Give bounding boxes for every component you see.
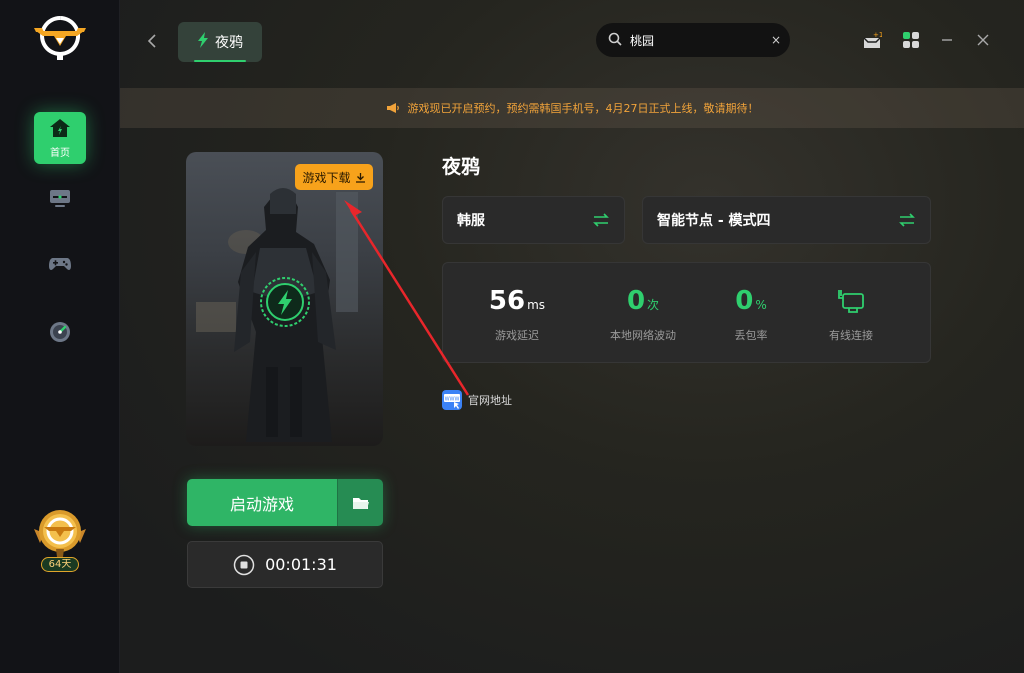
gamepad-icon — [48, 254, 72, 278]
tab-current-game[interactable]: 夜鸦 — [178, 22, 262, 62]
switch-arrows-icon[interactable] — [592, 213, 610, 227]
banner-text: 游戏现已开启预约，预约需韩国手机号，4月27日正式上线，敬请期待！ — [407, 102, 759, 115]
packet-loss-value: 0 — [735, 286, 754, 316]
main-content: 夜鸦 桃园 × +1 游戏现已开启预约，预约需韩国手机号，4月27日正式上线，敬… — [120, 0, 1024, 673]
node-label: 智能节点 - 模式四 — [657, 213, 771, 229]
node-selector[interactable]: 智能节点 - 模式四 — [642, 196, 931, 244]
game-cover-image: 游戏下载 — [186, 152, 383, 446]
latency-unit: ms — [527, 298, 546, 312]
network-stats-panel: 56 ms 游戏延迟 0次 本地网络波动 0% 丢包率 有线连接 — [442, 262, 931, 363]
fluctuation-label: 本地网络波动 — [610, 329, 676, 342]
monitor-icon — [48, 187, 72, 213]
chevron-left-icon — [147, 34, 156, 48]
svg-text:WWW: WWW — [445, 397, 460, 403]
launch-group: 启动游戏 — [187, 479, 383, 526]
packet-loss-label: 丢包率 — [734, 329, 768, 342]
sidebar-item-monitor[interactable] — [34, 174, 86, 226]
download-label: 游戏下载 — [302, 170, 351, 185]
app-logo — [30, 14, 90, 64]
apps-grid-icon — [903, 32, 919, 48]
acceleration-timer[interactable]: 00:01:31 — [187, 541, 383, 588]
stat-connection: 有线连接 — [813, 285, 889, 343]
stat-fluctuation: 0次 本地网络波动 — [593, 285, 693, 343]
top-bar: 夜鸦 桃园 × +1 — [120, 0, 1024, 88]
game-title: 夜鸦 — [442, 156, 481, 178]
search-input[interactable]: 桃园 — [630, 32, 762, 49]
stat-latency: 56 ms 游戏延迟 — [465, 285, 569, 343]
stat-packet-loss: 0% 丢包率 — [711, 285, 791, 343]
accelerator-emblem-icon — [260, 277, 310, 327]
stop-icon[interactable] — [233, 554, 255, 576]
sidebar-item-games[interactable] — [34, 240, 86, 292]
vip-medal-icon — [34, 510, 86, 557]
home-icon — [49, 118, 71, 142]
server-label: 韩服 — [457, 213, 485, 229]
gift-inbox-button[interactable]: +1 — [862, 30, 882, 50]
latency-label: 游戏延迟 — [495, 329, 539, 342]
fluctuation-value: 0 — [626, 286, 646, 316]
wired-connection-icon — [838, 290, 864, 313]
connection-label: 有线连接 — [829, 329, 873, 342]
switch-arrows-icon[interactable] — [898, 213, 916, 227]
timer-value: 00:01:31 — [265, 555, 337, 574]
website-label: 官网地址 — [468, 394, 512, 407]
latency-value: 56 — [488, 286, 526, 316]
launch-game-button[interactable]: 启动游戏 — [187, 479, 337, 526]
search-clear-button[interactable]: × — [762, 33, 790, 47]
sidebar-item-home[interactable]: 首页 — [34, 112, 86, 164]
search-icon — [608, 31, 622, 50]
announcement-banner: 游戏现已开启预约，预约需韩国手机号，4月27日正式上线，敬请期待！ — [120, 88, 1024, 128]
server-selector[interactable]: 韩服 — [442, 196, 625, 244]
packet-loss-unit: % — [755, 298, 767, 312]
speedometer-icon — [48, 320, 72, 348]
download-icon — [355, 172, 365, 183]
lightning-icon — [197, 32, 209, 52]
open-folder-button[interactable] — [337, 479, 383, 526]
www-icon: WWW — [442, 390, 462, 410]
tab-label: 夜鸦 — [215, 35, 243, 51]
svg-text:+1: +1 — [873, 31, 882, 39]
minimize-icon — [942, 39, 952, 41]
folder-icon — [352, 497, 369, 509]
close-icon — [977, 34, 989, 46]
sidebar-item-speedtest[interactable] — [34, 308, 86, 360]
search-box[interactable]: 桃园 × — [596, 23, 790, 57]
membership-days: 64天 — [41, 557, 79, 572]
official-website-link[interactable]: WWW 官网地址 — [442, 389, 512, 411]
sidebar-item-home-label: 首页 — [50, 147, 70, 159]
megaphone-icon — [386, 103, 399, 113]
close-button[interactable] — [973, 30, 993, 50]
minimize-button[interactable] — [937, 30, 957, 50]
sidebar: 首页 64天 — [0, 0, 120, 673]
game-download-button[interactable]: 游戏下载 — [295, 164, 373, 190]
membership-badge[interactable]: 64天 — [30, 505, 90, 575]
fluctuation-unit: 次 — [647, 298, 660, 312]
inbox-plus-icon: +1 — [863, 31, 882, 48]
back-button[interactable] — [142, 30, 162, 54]
apps-button[interactable] — [901, 30, 921, 50]
